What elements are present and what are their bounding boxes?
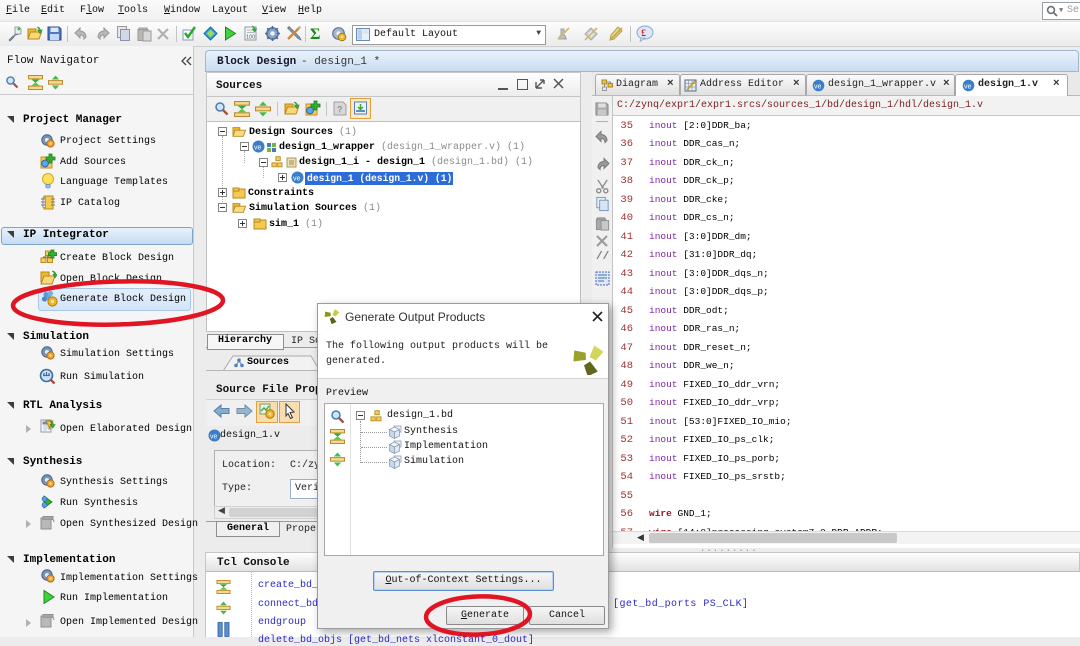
svg-text:ve: ve <box>210 434 218 441</box>
svg-text:?: ? <box>337 105 343 115</box>
svg-text:£: £ <box>641 29 646 39</box>
svg-text:Σ: Σ <box>310 26 320 42</box>
svg-text:ve: ve <box>814 84 822 91</box>
svg-text:ve: ve <box>964 84 972 91</box>
svg-text:ve: ve <box>254 145 262 152</box>
svg-text:ve: ve <box>293 176 301 183</box>
svg-text:100: 100 <box>246 35 255 41</box>
